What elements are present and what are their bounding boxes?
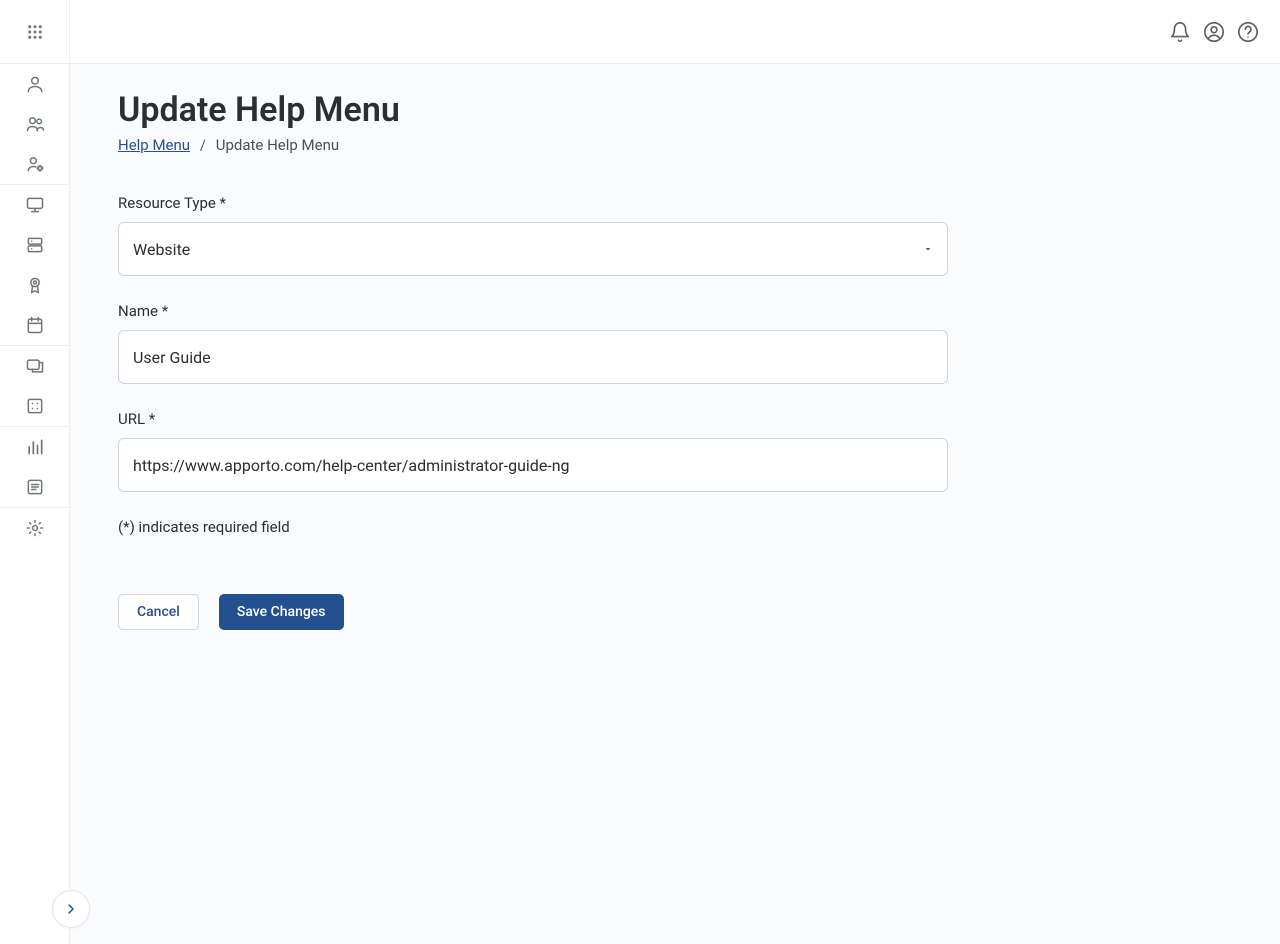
- bar-chart-icon: [25, 437, 45, 457]
- user-icon: [25, 74, 45, 94]
- sidebar-item-user-settings[interactable]: [0, 144, 69, 184]
- sidebar: [0, 64, 70, 944]
- sidebar-item-licenses[interactable]: [0, 265, 69, 305]
- sidebar-item-groups[interactable]: [0, 104, 69, 144]
- list-box-icon: [25, 477, 45, 497]
- resource-type-label: Resource Type *: [118, 194, 948, 212]
- sidebar-item-logs[interactable]: [0, 467, 69, 507]
- user-circle-icon: [1203, 21, 1225, 43]
- bell-icon: [1169, 21, 1191, 43]
- grid-four-icon: [25, 396, 45, 416]
- name-input[interactable]: [118, 330, 948, 384]
- award-icon: [25, 275, 45, 295]
- breadcrumb-current: Update Help Menu: [216, 136, 339, 154]
- server-icon: [25, 235, 45, 255]
- top-apps-button[interactable]: [0, 0, 70, 63]
- help-circle-icon: [1237, 21, 1259, 43]
- account-button[interactable]: [1202, 20, 1226, 44]
- users-group-icon: [25, 114, 45, 134]
- resource-type-value: Website: [133, 240, 190, 259]
- sidebar-item-reports[interactable]: [0, 427, 69, 467]
- save-button[interactable]: Save Changes: [219, 594, 344, 630]
- breadcrumb-separator: /: [200, 136, 206, 154]
- main-content: Update Help Menu Help Menu / Update Help…: [70, 64, 1280, 944]
- url-input[interactable]: [118, 438, 948, 492]
- sidebar-item-desktop[interactable]: [0, 185, 69, 225]
- cancel-button[interactable]: Cancel: [118, 594, 199, 630]
- monitor-icon: [25, 195, 45, 215]
- notifications-button[interactable]: [1168, 20, 1192, 44]
- sidebar-item-settings[interactable]: [0, 508, 69, 548]
- sidebar-item-servers[interactable]: [0, 225, 69, 265]
- url-label: URL *: [118, 410, 948, 428]
- calendar-icon: [25, 315, 45, 335]
- user-gear-icon: [25, 154, 45, 174]
- gear-icon: [25, 518, 45, 538]
- sidebar-item-grid[interactable]: [0, 386, 69, 426]
- link-box-icon: [25, 356, 45, 376]
- chevron-right-icon: [63, 901, 79, 917]
- sidebar-item-connections[interactable]: [0, 346, 69, 386]
- breadcrumb: Help Menu / Update Help Menu: [118, 136, 1232, 154]
- sidebar-item-schedule[interactable]: [0, 305, 69, 345]
- top-bar: [0, 0, 1280, 64]
- name-label: Name *: [118, 302, 948, 320]
- sidebar-item-user[interactable]: [0, 64, 69, 104]
- required-note: (*) indicates required field: [118, 518, 948, 536]
- breadcrumb-parent-link[interactable]: Help Menu: [118, 136, 190, 154]
- sidebar-expand-button[interactable]: [52, 890, 90, 928]
- resource-type-select[interactable]: Website: [118, 222, 948, 276]
- page-title: Update Help Menu: [118, 90, 1232, 130]
- apps-grid-icon: [26, 23, 44, 41]
- help-button[interactable]: [1236, 20, 1260, 44]
